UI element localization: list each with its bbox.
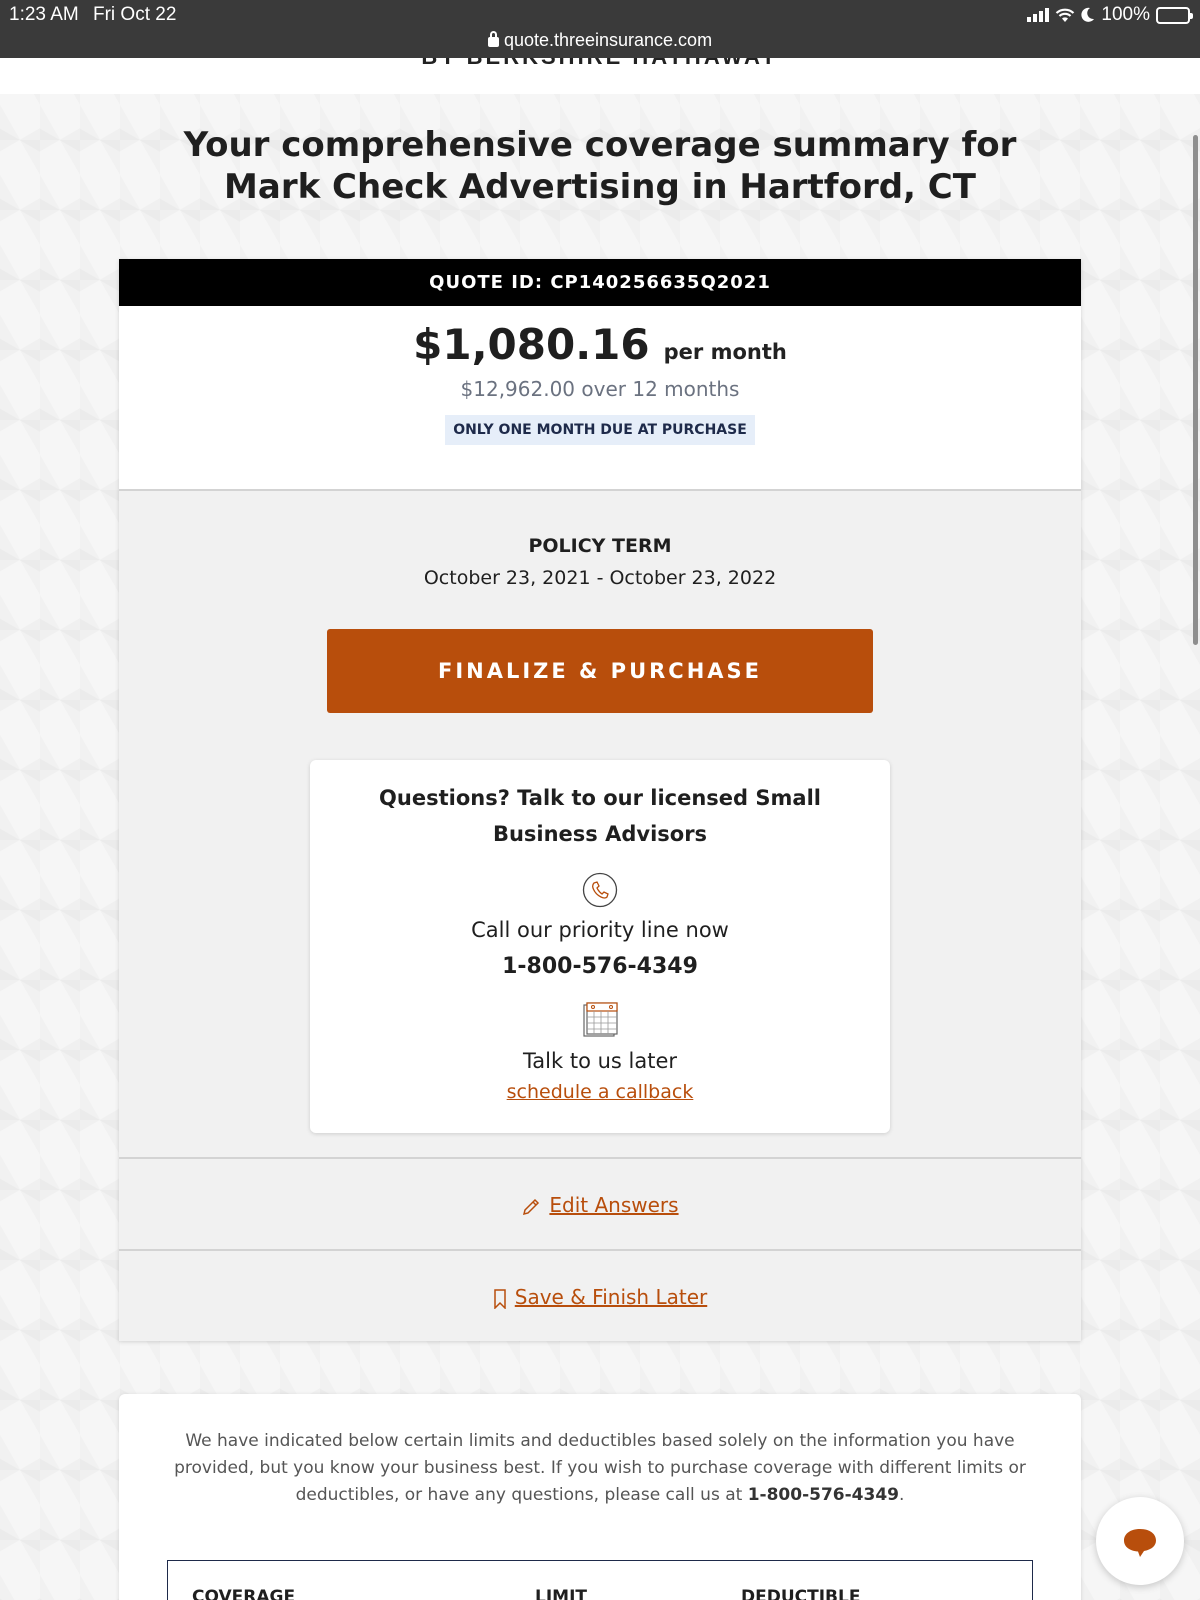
brand-tagline: BY BERKSHIRE HATHAWAY bbox=[0, 58, 1200, 70]
status-time: 1:23 AM bbox=[9, 4, 79, 25]
total-price: $12,962.00 over 12 months bbox=[460, 377, 740, 401]
browser-top-bar: 1:23 AM Fri Oct 22 100% quote.threeinsur… bbox=[0, 0, 1200, 58]
deductible-header: DEDUCTIBLE bbox=[741, 1587, 861, 1600]
status-indicators: 100% bbox=[1027, 4, 1193, 26]
status-date: Fri Oct 22 bbox=[93, 4, 177, 25]
monthly-price: $1,080.16 bbox=[413, 320, 650, 369]
lock-icon bbox=[487, 31, 499, 47]
moon-icon bbox=[1081, 7, 1095, 22]
battery-percent: 100% bbox=[1101, 4, 1150, 25]
limit-header: LIMIT bbox=[535, 1587, 587, 1600]
schedule-callback-link[interactable]: schedule a callback bbox=[507, 1081, 694, 1103]
coverage-table: COVERAGE LIMIT DEDUCTIBLE bbox=[167, 1560, 1033, 1600]
phone-icon bbox=[582, 872, 618, 908]
brand-header: BY BERKSHIRE HATHAWAY bbox=[0, 58, 1200, 94]
policy-term-label: POLICY TERM bbox=[528, 535, 672, 557]
policy-term-dates: October 23, 2021 - October 23, 2022 bbox=[423, 567, 777, 589]
phone-number-link[interactable]: 1-800-576-4349 bbox=[328, 954, 872, 979]
edit-answers-link[interactable]: Edit Answers bbox=[549, 1193, 678, 1217]
scrollbar[interactable] bbox=[1193, 135, 1198, 645]
url-text: quote.threeinsurance.com bbox=[503, 30, 713, 50]
policy-term: POLICY TERM October 23, 2021 - October 2… bbox=[119, 491, 1081, 589]
url-bar[interactable]: quote.threeinsurance.com bbox=[0, 30, 1200, 51]
coverage-header: COVERAGE bbox=[192, 1587, 296, 1600]
chat-button[interactable] bbox=[1096, 1497, 1184, 1585]
quote-id: QUOTE ID: CP140256635Q2021 bbox=[119, 259, 1081, 306]
advisor-panel: Questions? Talk to our licensed Small Bu… bbox=[310, 760, 890, 1133]
wifi-icon bbox=[1056, 8, 1075, 22]
call-text: Call our priority line now bbox=[471, 918, 729, 942]
advisor-title: Questions? Talk to our licensed Small Bu… bbox=[379, 786, 821, 846]
save-later-row: Save & Finish Later bbox=[119, 1249, 1081, 1341]
cellular-signal-icon bbox=[1027, 8, 1050, 22]
edit-answers-row: Edit Answers bbox=[119, 1157, 1081, 1249]
later-text: Talk to us later bbox=[522, 1049, 678, 1073]
battery-icon bbox=[1156, 6, 1193, 24]
due-badge: ONLY ONE MONTH DUE AT PURCHASE bbox=[445, 415, 755, 445]
chat-icon bbox=[1124, 1529, 1156, 1557]
pencil-icon bbox=[523, 1198, 540, 1215]
disclaimer-phone[interactable]: 1-800-576-4349 bbox=[748, 1485, 899, 1505]
coverage-disclaimer: We have indicated below certain limits a… bbox=[174, 1431, 1026, 1505]
price-section: $1,080.16 per month $12,962.00 over 12 mo… bbox=[119, 306, 1081, 491]
bookmark-icon bbox=[494, 1288, 506, 1309]
page-title: Your comprehensive coverage summary for … bbox=[183, 125, 1017, 207]
price-unit: per month bbox=[663, 340, 787, 364]
coverage-info-card: We have indicated below certain limits a… bbox=[119, 1394, 1081, 1600]
finalize-purchase-button[interactable]: FINALIZE & PURCHASE bbox=[327, 629, 873, 713]
save-finish-later-link[interactable]: Save & Finish Later bbox=[515, 1285, 707, 1309]
calendar-icon bbox=[583, 1002, 618, 1037]
quote-summary-card: QUOTE ID: CP140256635Q2021 $1,080.16 per … bbox=[119, 259, 1081, 1341]
